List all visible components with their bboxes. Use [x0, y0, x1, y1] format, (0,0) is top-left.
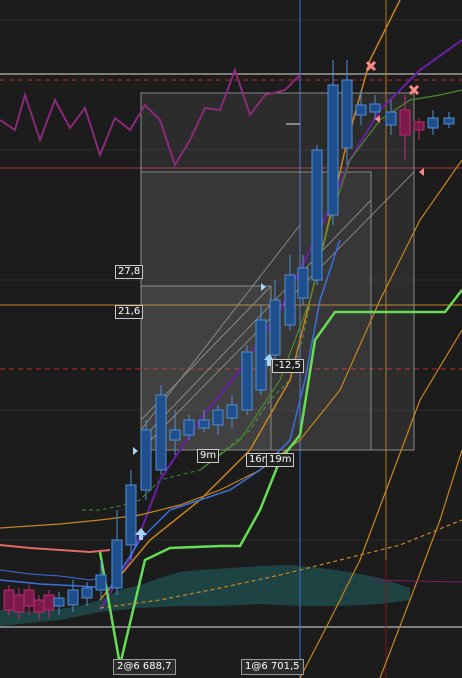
- level-label-216: 21,6: [115, 305, 144, 319]
- candle-body: [369, 103, 381, 113]
- candle-body: [111, 539, 123, 589]
- blue-line-2: [0, 569, 101, 581]
- candle-body: [81, 587, 93, 599]
- order-tag-right[interactable]: 1@6 701,5: [241, 659, 304, 675]
- candle-body: [385, 111, 397, 126]
- candle-body: [311, 149, 323, 281]
- candle-body: [297, 267, 309, 299]
- level-label-278: 27,8: [115, 265, 144, 279]
- candle-body: [183, 419, 195, 436]
- candle-body: [341, 79, 353, 149]
- orange-line-right: [379, 449, 462, 678]
- salmon-line: [0, 544, 111, 554]
- candle-body: [23, 589, 35, 607]
- candle-body: [13, 594, 25, 613]
- candle-body: [125, 484, 137, 546]
- candle-body: [443, 117, 455, 125]
- candle-body: [269, 299, 281, 356]
- candle-body: [155, 394, 167, 471]
- candle-body: [43, 594, 55, 611]
- candle-body: [95, 574, 107, 591]
- candle-body: [3, 589, 15, 611]
- order-tag-left[interactable]: 2@6 688,7: [113, 659, 176, 675]
- candle-body: [241, 351, 253, 411]
- candle-body: [67, 589, 79, 606]
- candle-body: [427, 117, 439, 129]
- right-triangle-icon: [133, 447, 138, 455]
- candle-body: [255, 319, 267, 391]
- candle-body: [140, 429, 152, 491]
- candle-body: [198, 419, 210, 429]
- cloud-area: [0, 565, 410, 626]
- trading-chart[interactable]: [0, 0, 462, 678]
- candle-body: [226, 404, 238, 419]
- level-label-neg125: -12,5: [272, 359, 304, 373]
- candle-body: [327, 84, 339, 216]
- candle-body: [53, 597, 65, 607]
- timer-label-9m: 9m: [197, 449, 220, 463]
- candle-body: [355, 104, 367, 116]
- candle-body: [413, 121, 425, 131]
- candle-body: [399, 109, 411, 136]
- candle-body: [169, 429, 181, 441]
- left-triangle-icon: [419, 168, 424, 176]
- candle-body: [212, 409, 224, 426]
- candle-body: [33, 599, 45, 613]
- timer-label-19m: 19m: [266, 453, 295, 467]
- candle-body: [284, 274, 296, 326]
- up-arrow-icon: [135, 528, 147, 540]
